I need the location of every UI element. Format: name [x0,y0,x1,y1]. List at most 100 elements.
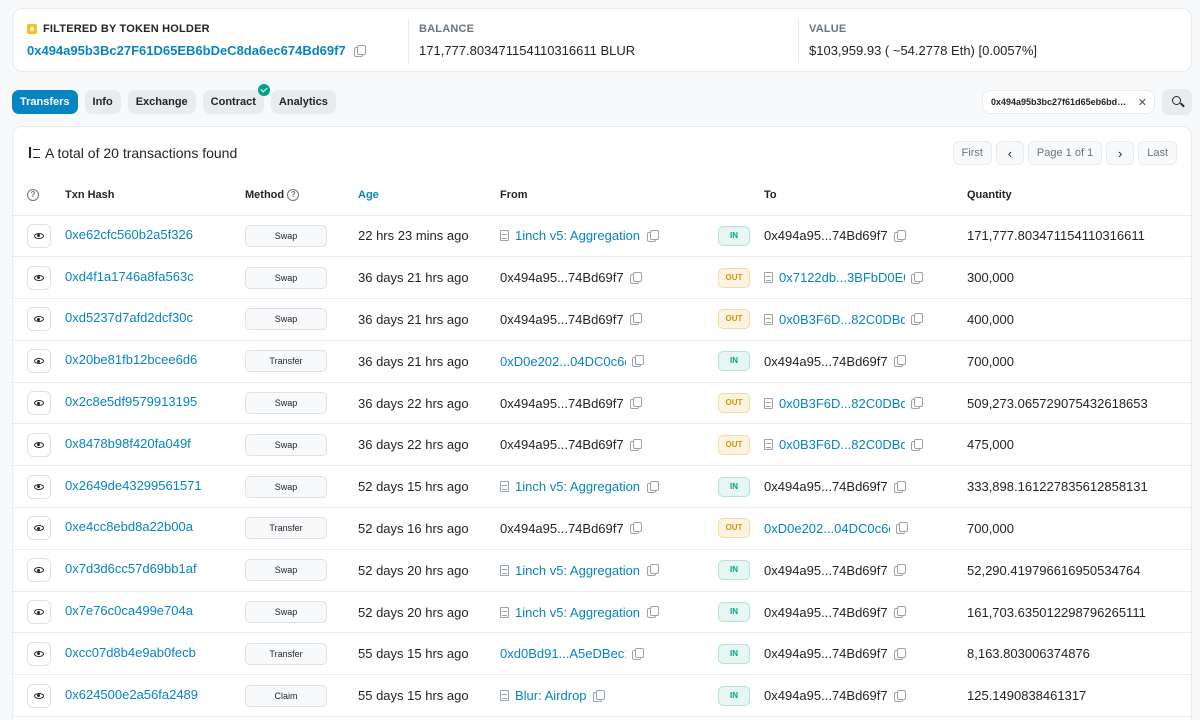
direction-badge: OUT [718,434,750,455]
to-cell: 0x494a95...74Bd69f7 [764,465,967,509]
txn-hash-link[interactable]: 0xe4cc8ebd8a22b00a [65,519,205,534]
tag-icon [27,24,37,34]
view-details-button[interactable] [27,307,51,332]
txn-hash-link[interactable]: 0x20be81fb12bcee6d6 [65,352,205,367]
copy-icon[interactable] [629,522,642,535]
view-details-button[interactable] [27,558,51,583]
method-badge: Swap [245,392,327,415]
copy-icon[interactable] [911,313,923,326]
from-address[interactable]: 0xD0e202...04DC0c6e [500,354,626,369]
copy-icon[interactable] [893,689,906,702]
txn-hash-cell: 0xd5237d7afd2dcf30c [65,298,245,341]
view-details-button[interactable] [27,265,51,290]
token-holder-filter-card: FILTERED BY TOKEN HOLDER 0x494a95b3Bc27F… [12,8,1192,72]
summary-text: A total of 20 transactions found [45,145,238,161]
first-page-button[interactable]: First [952,141,992,165]
view-details-button[interactable] [27,391,51,416]
txn-hash-link[interactable]: 0x2649de43299561571 [65,478,205,493]
txn-hash-link[interactable]: 0xe62cfc560b2a5f326 [65,227,205,242]
copy-icon[interactable] [632,355,644,368]
txn-hash-link[interactable]: 0x2c8e5df9579913195 [65,394,205,409]
view-details-button[interactable] [27,600,51,625]
txn-hash-link[interactable]: 0xd4f1a1746a8fa563c [65,269,205,284]
copy-icon[interactable] [893,480,906,493]
view-details-button[interactable] [27,683,51,708]
direction-badge: OUT [718,518,750,539]
view-details-button[interactable] [27,223,51,248]
to-address[interactable]: 0x0B3F6D...82C0DBda [779,312,905,327]
copy-icon[interactable] [629,438,642,451]
copy-icon[interactable] [893,606,906,619]
txn-hash-link[interactable]: 0x7d3d6cc57d69bb1af [65,561,205,576]
help-icon[interactable]: ? [287,188,300,201]
from-cell: 0xd0Bd91...A5eDBec1 [500,632,718,676]
tab-info[interactable]: Info [84,90,121,114]
copy-icon[interactable] [647,564,659,577]
copy-icon[interactable] [353,44,366,57]
last-page-button[interactable]: Last [1138,141,1177,165]
copy-icon[interactable] [896,522,908,535]
view-details-button[interactable] [27,474,51,499]
txn-hash-link[interactable]: 0xcc07d8b4e9ab0fecb [65,645,205,660]
view-details-button[interactable] [27,349,51,374]
to-address[interactable]: 0xD0e202...04DC0c6e [764,521,890,536]
copy-icon[interactable] [629,313,642,326]
txn-hash-cell: 0xe4cc8ebd8a22b00a [65,507,245,550]
from-address[interactable]: 1inch v5: Aggregation Router [515,228,641,243]
txn-hash-link[interactable]: 0xd5237d7afd2dcf30c [65,310,205,325]
tab-exchange[interactable]: Exchange [127,90,196,114]
copy-icon[interactable] [629,271,642,284]
tab-analytics[interactable]: Analytics [270,90,336,114]
from-address[interactable]: 1inch v5: Aggregation Router [515,479,641,494]
sort-icon[interactable] [27,147,41,159]
close-icon[interactable]: ✕ [1138,96,1147,109]
txn-hash-link[interactable]: 0x624500e2a56fa2489 [65,687,205,702]
copy-icon[interactable] [629,397,642,410]
view-details-button[interactable] [27,641,51,666]
contract-icon [764,272,773,284]
txn-hash-cell: 0x2c8e5df9579913195 [65,382,245,425]
copy-icon[interactable] [893,647,906,660]
copy-icon[interactable] [893,229,906,242]
to-address[interactable]: 0x0B3F6D...82C0DBda [779,396,905,411]
copy-icon[interactable] [592,689,605,702]
txn-hash-link[interactable]: 0x7e76c0ca499e704a [65,603,205,618]
tab-transfers[interactable]: Transfers [12,90,78,114]
from-address[interactable]: 0xd0Bd91...A5eDBec1 [500,646,626,661]
prev-page-button[interactable]: ‹ [995,141,1024,165]
from-address[interactable]: Blur: Airdrop [515,688,587,703]
eye-icon [34,567,44,574]
search-button[interactable] [1162,89,1192,115]
from-address[interactable]: 1inch v5: Aggregation Router [515,563,641,578]
direction-cell: IN [718,549,764,592]
filter-address-link[interactable]: 0x494a95b3Bc27F61D65EB6bDeC8da6ec674Bd69… [27,43,346,58]
copy-icon[interactable] [647,229,659,242]
copy-icon[interactable] [647,606,659,619]
method-badge: Swap [245,308,327,331]
view-details-button[interactable] [27,432,51,457]
copy-icon[interactable] [911,397,923,410]
copy-icon[interactable] [911,271,923,284]
method-badge: Claim [245,684,327,707]
from-address[interactable]: 1inch v5: Aggregation Router [515,605,641,620]
from-cell: 0x494a95...74Bd69f7 [500,256,718,300]
help-icon[interactable]: ? [27,188,39,201]
copy-icon[interactable] [893,355,906,368]
balance-section: BALANCE 171,777.803471154110316611 BLUR [408,19,798,63]
header-txn-hash: Txn Hash [65,175,245,216]
to-address[interactable]: 0x0B3F6D...82C0DBda [779,437,905,452]
to-address[interactable]: 0x7122db...3BFbD0E0 [779,270,905,285]
copy-icon[interactable] [893,564,906,577]
table-row: 0xd5237d7afd2dcf30c Swap 36 days 21 hrs ag… [13,298,1191,341]
tab-contract[interactable]: Contract [202,84,270,114]
next-page-button[interactable]: › [1106,141,1135,165]
age-cell: 22 hrs 23 mins ago [358,215,500,258]
txn-hash-link[interactable]: 0x8478b98f420fa049f [65,436,205,451]
to-cell: 0x494a95...74Bd69f7 [764,674,967,718]
header-age[interactable]: Age [358,175,500,216]
copy-icon[interactable] [911,438,923,451]
row-preview-cell [13,298,65,341]
copy-icon[interactable] [647,480,659,493]
view-details-button[interactable] [27,516,51,541]
copy-icon[interactable] [632,647,644,660]
